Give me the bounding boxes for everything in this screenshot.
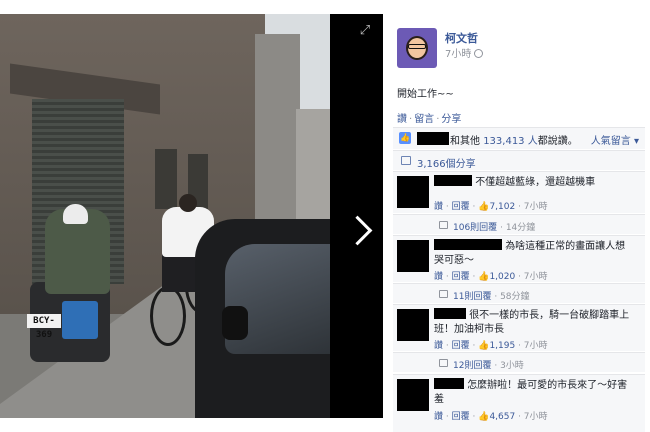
commenter-avatar[interactable]: [397, 240, 429, 272]
comment-meta: 讚 · 回覆 · 👍4,657 · 7小時: [434, 412, 548, 422]
delivery-box: [62, 301, 98, 339]
photo-viewer: ⌐ ⌐ BCY-369 ⤢: [0, 14, 383, 418]
commenter-avatar[interactable]: [397, 309, 429, 341]
post-panel: 柯文哲 7小時 開始工作~~ 讚 · 留言 · 分享 👍 和其他 133,413 人都說…: [383, 14, 650, 432]
replies-time: 14分鐘: [505, 223, 536, 233]
avatar[interactable]: [397, 28, 437, 68]
comment-reply-button[interactable]: 回覆: [452, 341, 470, 351]
cyclist-head: [179, 194, 197, 212]
comment-text: 怎麼辦啦！最可愛的市長來了～好害羞: [434, 378, 634, 407]
post-text: 開始工作~~: [397, 89, 454, 100]
comment: 不僅超越藍綠，還超越機車 讚 · 回覆 · 👍7,102 · 7小時: [393, 171, 645, 213]
comment-meta: 讚 · 回覆 · 👍1,020 · 7小時: [434, 272, 548, 282]
comment-like-count-value: 1,195: [489, 341, 516, 351]
comment-like-button[interactable]: 讚: [434, 341, 443, 351]
replies-count: 106則回覆: [453, 223, 498, 233]
comment-like-button[interactable]: 讚: [434, 412, 443, 422]
post-time-text: 7小時: [445, 49, 472, 60]
comment-body: 不僅超越藍綠，還超越機車: [475, 177, 596, 188]
building-far-2: [296, 109, 330, 229]
likes-other: 和其他: [450, 136, 484, 147]
comment-text: 不僅超越藍綠，還超越機車: [434, 175, 634, 190]
replies-time: 3小時: [500, 361, 524, 371]
separator: ·: [436, 114, 440, 125]
redacted-name[interactable]: [434, 308, 466, 319]
comment-time: 7小時: [523, 341, 548, 351]
comment-like-count[interactable]: 👍4,657: [478, 412, 515, 422]
bicycle-wheel: [150, 286, 186, 346]
author-name[interactable]: 柯文哲: [445, 30, 478, 46]
comment-like-count-value: 7,102: [489, 202, 516, 212]
comment-like-count[interactable]: 👍7,102: [478, 202, 515, 212]
replies-count: 12則回覆: [453, 361, 492, 371]
likes-count[interactable]: 133,413 人: [483, 136, 538, 147]
comment-time: 7小時: [523, 272, 548, 282]
like-link[interactable]: 讚: [397, 114, 407, 125]
redacted-name[interactable]: [434, 239, 502, 250]
replies-link-row: 106則回覆 · 14分鐘: [393, 214, 645, 234]
replies-link-row: 11則回覆 · 58分鐘: [393, 283, 645, 303]
comment-link[interactable]: 留言: [414, 114, 434, 125]
shares-count[interactable]: 3,166個分享: [417, 155, 476, 170]
comment-like-button[interactable]: 讚: [434, 202, 443, 212]
helmet: [63, 204, 88, 224]
comment-meta: 讚 · 回覆 · 👍7,102 · 7小時: [434, 202, 548, 212]
redacted-name[interactable]: [434, 378, 464, 389]
comment: 為啥這種正常的畫面讓人想哭可惡～ 讚 · 回覆 · 👍1,020 · 7小時: [393, 235, 645, 282]
comment-text: 很不一樣的市長，騎一台破腳踏車上班！加油柯市長: [434, 308, 634, 337]
view-replies-link[interactable]: 11則回覆 · 58分鐘: [453, 289, 530, 302]
reply-icon: [439, 359, 448, 367]
replies-link-row: 12則回覆 · 3小時: [393, 352, 645, 372]
avatar-glasses: [408, 44, 426, 49]
comment: 怎麼辦啦！最可愛的市長來了～好害羞 讚 · 回覆 · 👍4,657 · 7小時: [393, 374, 645, 432]
globe-icon: [474, 49, 484, 58]
window: [155, 149, 177, 209]
expand-icon[interactable]: ⤢: [358, 24, 372, 38]
view-replies-link[interactable]: 106則回覆 · 14分鐘: [453, 220, 535, 233]
replies-count: 11則回覆: [453, 292, 492, 302]
car-mirror: [222, 306, 248, 340]
sort-dropdown[interactable]: 人氣留言 ▾: [591, 132, 639, 147]
comment-meta: 讚 · 回覆 · 👍1,195 · 7小時: [434, 341, 548, 351]
comment-reply-button[interactable]: 回覆: [452, 412, 470, 422]
likes-summary: 👍 和其他 133,413 人都說讚。 人氣留言 ▾: [393, 127, 645, 149]
comment-like-count-value: 1,020: [489, 272, 516, 282]
separator: ·: [409, 114, 413, 125]
post-actions: 讚 · 留言 · 分享: [397, 110, 461, 125]
shares-summary: 3,166個分享: [393, 150, 645, 170]
comment-text: 為啥這種正常的畫面讓人想哭可惡～: [434, 239, 634, 268]
comment-like-button[interactable]: 讚: [434, 272, 443, 282]
comment-like-count-value: 4,657: [489, 412, 516, 422]
license-plate: BCY-369: [27, 314, 61, 340]
view-replies-link[interactable]: 12則回覆 · 3小時: [453, 358, 524, 371]
commenter-avatar[interactable]: [397, 176, 429, 208]
comment-like-count[interactable]: 👍1,195: [478, 341, 515, 351]
reply-icon: [439, 221, 448, 229]
building-far: [255, 34, 300, 234]
comment: 很不一樣的市長，騎一台破腳踏車上班！加油柯市長 讚 · 回覆 · 👍1,195 …: [393, 304, 645, 351]
redacted-name: [417, 132, 449, 145]
thumbs-up-icon: 👍: [399, 132, 411, 144]
post-time: 7小時: [445, 45, 484, 60]
share-icon: [401, 156, 411, 165]
likes-text: 和其他 133,413 人都說讚。: [450, 132, 578, 147]
comment-like-count[interactable]: 👍1,020: [478, 272, 515, 282]
comment-reply-button[interactable]: 回覆: [452, 202, 470, 212]
likes-end: 都說讚。: [537, 136, 578, 147]
reply-icon: [439, 290, 448, 298]
comment-time: 7小時: [523, 202, 548, 212]
comment-time: 7小時: [523, 412, 548, 422]
replies-time: 58分鐘: [500, 292, 530, 302]
chevron-right-icon[interactable]: [345, 214, 371, 252]
street-photo: ⌐ ⌐ BCY-369: [0, 14, 330, 418]
redacted-name[interactable]: [434, 175, 472, 186]
comment-reply-button[interactable]: 回覆: [452, 272, 470, 282]
share-link[interactable]: 分享: [441, 114, 461, 125]
commenter-avatar[interactable]: [397, 379, 429, 411]
